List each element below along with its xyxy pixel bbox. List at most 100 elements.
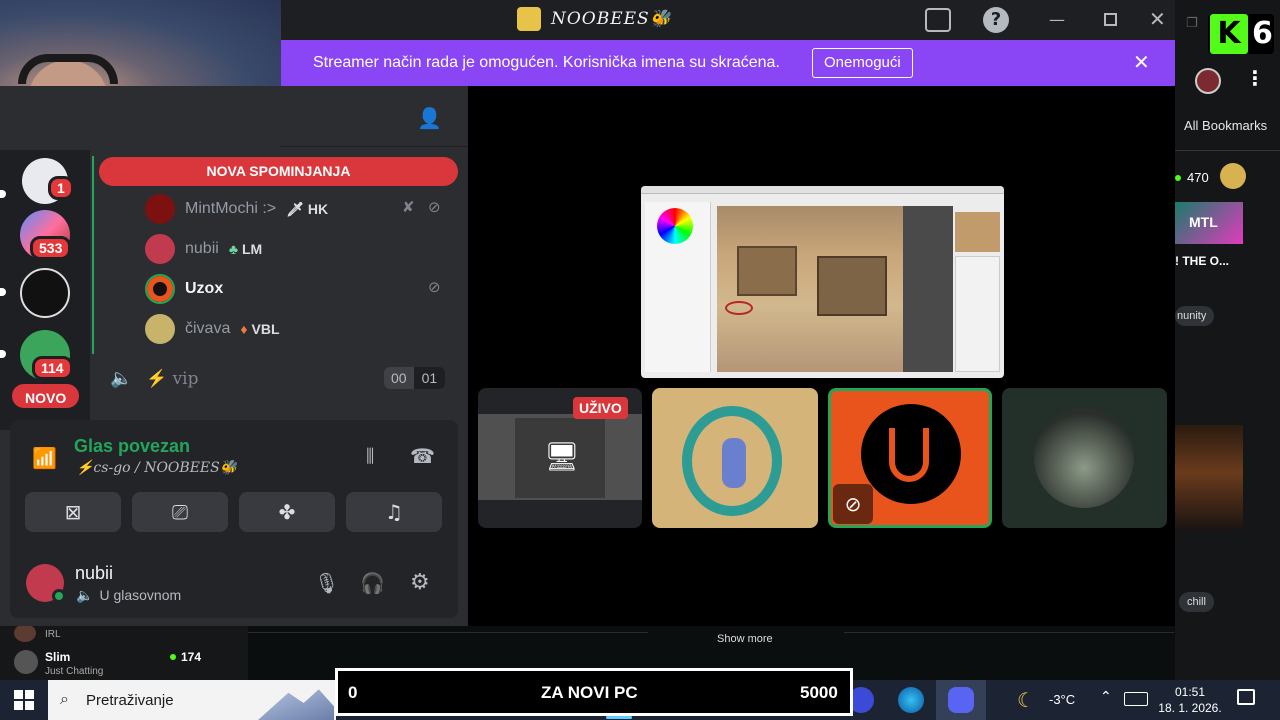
show-more-button[interactable]: Show more — [717, 633, 773, 645]
temperature[interactable]: -3°C — [1049, 692, 1075, 707]
participant-tile-screenshare[interactable]: 🖥 UŽIVO — [478, 388, 642, 528]
uzox-logo-icon — [889, 428, 929, 482]
screen-share-icon: ⎚ — [172, 500, 188, 524]
discord-taskbar-icon[interactable] — [948, 687, 974, 713]
username[interactable]: nubii — [75, 563, 113, 584]
participant-tile-speaking[interactable]: ⊘ — [828, 388, 992, 528]
stream-thumbnail-2[interactable] — [1175, 425, 1243, 530]
server-logo-icon — [517, 7, 541, 31]
maximize-icon[interactable] — [1104, 13, 1117, 26]
signal-icon: 📶 — [32, 446, 57, 470]
sidebar-channel-name[interactable]: Slim — [45, 650, 70, 664]
goal-title: ZA NOVI PC — [541, 683, 638, 702]
help-icon[interactable]: ? — [983, 7, 1009, 33]
tag-community[interactable]: nunity — [1175, 306, 1215, 326]
voice-user[interactable]: Uzox — [145, 273, 223, 305]
camera-button[interactable]: ⊠ — [25, 492, 121, 532]
voice-user[interactable]: nubii ♣ LM — [145, 233, 262, 265]
notifications-icon[interactable] — [1237, 689, 1255, 705]
search-highlight-image — [258, 689, 334, 720]
microphone-icon[interactable]: 🎙 — [314, 571, 339, 595]
kick-number-icon: 6 — [1252, 16, 1273, 51]
moon-weather-icon: ☾ — [1017, 688, 1035, 712]
profile-avatar[interactable] — [1195, 68, 1221, 94]
camera-off-icon: ⊠ — [64, 500, 82, 524]
more-vertical-icon[interactable]: ⋮ — [1245, 66, 1265, 90]
video-off-icon: ⊘ — [428, 278, 441, 296]
navigator-thumb — [955, 212, 1000, 252]
crate — [737, 246, 797, 296]
participant-tile[interactable] — [1002, 388, 1167, 528]
tag-chill[interactable]: chill — [1179, 592, 1214, 612]
divider — [844, 632, 1174, 633]
participant-tile[interactable] — [652, 388, 818, 528]
disconnect-icon[interactable]: ☎ — [410, 444, 435, 468]
add-friend-icon[interactable]: 👤 — [417, 106, 442, 130]
viewer-count: 470 — [1175, 170, 1209, 185]
new-mentions-pill[interactable]: NOVA SPOMINJANJA — [99, 157, 458, 186]
inbox-icon[interactable] — [925, 8, 951, 32]
chevron-up-icon[interactable]: ⌃ — [1100, 689, 1112, 705]
activities-icon: ✤ — [278, 500, 296, 524]
restore-icon[interactable]: ❐ — [1186, 16, 1198, 31]
minimize-icon[interactable]: — — [1049, 10, 1065, 29]
donation-goal-overlay: 0 ZA NOVI PC 5000 — [335, 668, 853, 716]
banner-close-icon[interactable]: ✕ — [1133, 50, 1150, 74]
stream-title[interactable]: ! THE O... — [1175, 254, 1229, 268]
headphones-icon[interactable]: 🎧 — [360, 571, 385, 595]
uzox-avatar — [861, 404, 961, 504]
goal-current: 0 — [348, 683, 358, 702]
voice-user[interactable]: čivava ♦ VBL — [145, 313, 280, 345]
channel-name[interactable]: ⚡ vip — [146, 369, 199, 389]
video-off-icon: ⊘ — [833, 484, 873, 524]
keyboard-icon[interactable] — [1124, 692, 1148, 706]
game-canvas — [717, 206, 903, 372]
graffiti-mark — [725, 301, 753, 315]
close-window-icon[interactable]: ✕ — [1149, 7, 1166, 31]
streamer-mode-text: Streamer način rada je omogućen. Korisni… — [313, 54, 780, 71]
all-bookmarks[interactable]: All Bookmarks — [1184, 118, 1267, 133]
new-unreads-pill[interactable]: NOVO — [10, 382, 82, 410]
activities-button[interactable]: ✤ — [239, 492, 335, 532]
live-dot-icon — [170, 654, 176, 660]
soundboard-button[interactable]: ♫ — [346, 492, 442, 532]
active-indicator — [606, 716, 632, 719]
settings-gear-icon[interactable]: ⚙ — [410, 570, 430, 595]
channel-avatar[interactable] — [1220, 163, 1246, 189]
tool-panel — [645, 202, 711, 372]
color-wheel-icon — [657, 208, 693, 244]
disable-streamer-mode-button[interactable]: Onemogući — [812, 48, 913, 78]
voice-user[interactable]: MintMochi :> 🗡 HK — [145, 193, 328, 225]
voice-location[interactable]: ⚡cs-go / NOOBEES🐝 — [76, 460, 237, 476]
clock[interactable]: 01:51 18. 1. 2026. — [1158, 684, 1222, 716]
crate — [817, 256, 887, 316]
sidebar-category: Just Chatting — [45, 666, 104, 677]
channel-avatar[interactable] — [14, 650, 38, 674]
noise-suppression-icon[interactable]: ⫼ — [366, 446, 374, 467]
avatar — [145, 194, 175, 224]
stream-preview[interactable] — [641, 186, 1004, 378]
kick-logo: K 6 — [1208, 14, 1274, 54]
edge-icon[interactable] — [898, 687, 924, 713]
search-icon: ⌕ — [60, 689, 69, 708]
avatar — [145, 274, 175, 304]
channel-avatar[interactable] — [14, 624, 36, 642]
server-icon-2[interactable] — [20, 268, 70, 318]
online-status-icon — [52, 589, 66, 603]
avatar — [1034, 408, 1134, 508]
flame-icon: ♦ — [240, 321, 248, 337]
screen-share-button[interactable]: ⎚ — [132, 492, 228, 532]
taskbar-search[interactable]: ⌕ Pretraživanje — [48, 680, 336, 720]
voice-connection-line — [92, 156, 94, 354]
user-tag: ♣ LM — [228, 241, 263, 257]
windows-start-icon[interactable] — [14, 690, 34, 710]
discord-titlebar: NOOBEES🐝 ? — ✕ — [281, 0, 1175, 40]
live-badge: UŽIVO — [573, 397, 628, 419]
user-tag: 🗡 HK — [286, 200, 329, 218]
layer-panel — [955, 256, 1000, 372]
unread-indicator — [0, 190, 6, 198]
stream-thumbnail[interactable]: MTL — [1175, 202, 1243, 244]
voice-connected-title[interactable]: Glas povezan — [74, 436, 190, 457]
divider — [1175, 150, 1280, 151]
goal-target: 5000 — [800, 683, 838, 702]
